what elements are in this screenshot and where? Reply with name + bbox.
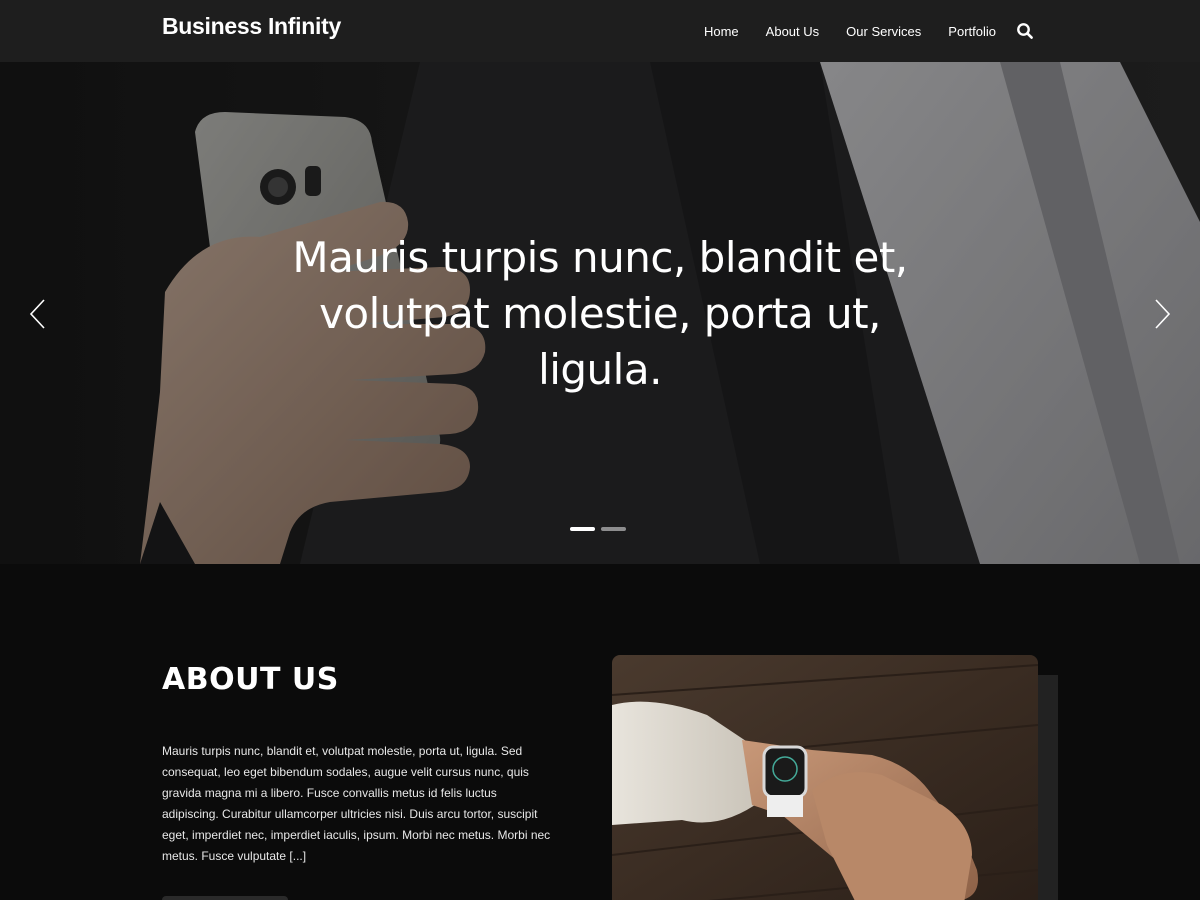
slider-dot-2[interactable] — [601, 527, 626, 531]
site-brand[interactable]: Business Infinity — [162, 13, 341, 40]
about-text: Mauris turpis nunc, blandit et, volutpat… — [162, 744, 551, 863]
nav-item-our-services[interactable]: Our Services — [846, 24, 921, 39]
chevron-left-icon[interactable] — [24, 294, 54, 334]
main-nav: Home About Us Our Services Portfolio — [704, 0, 1034, 62]
chevron-right-icon[interactable] — [1146, 294, 1176, 334]
read-more-button[interactable] — [162, 896, 288, 900]
nav-item-home[interactable]: Home — [704, 24, 739, 39]
about-photo — [612, 655, 1038, 900]
slider-pagination — [570, 527, 626, 531]
about-title: ABOUT US — [162, 662, 339, 697]
nav-item-about-us[interactable]: About Us — [766, 24, 819, 39]
nav-item-portfolio[interactable]: Portfolio — [948, 24, 996, 39]
slider-dot-1[interactable] — [570, 527, 595, 531]
hero-heading: Mauris turpis nunc, blandit et, volutpat… — [292, 233, 908, 394]
site-header: Business Infinity Home About Us Our Serv… — [0, 0, 1200, 62]
about-section: ABOUT US Mauris turpis nunc, blandit et,… — [0, 564, 1200, 900]
search-icon[interactable] — [1016, 22, 1034, 40]
hero-slider: Mauris turpis nunc, blandit et, volutpat… — [0, 62, 1200, 564]
